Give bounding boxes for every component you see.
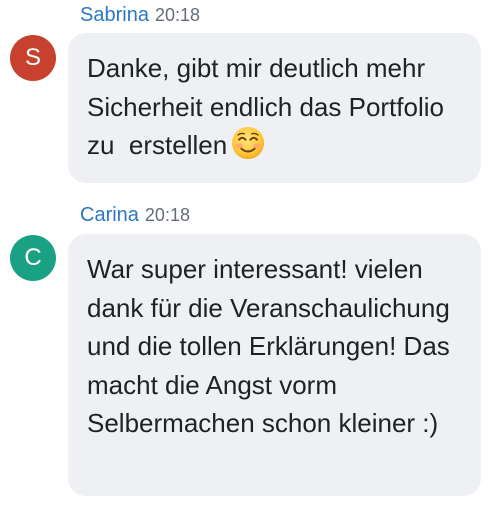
- message-bubble[interactable]: War super interessant! vielen dank für d…: [68, 234, 481, 496]
- avatar[interactable]: C: [10, 235, 56, 281]
- sender-name[interactable]: Sabrina: [80, 4, 149, 26]
- avatar[interactable]: S: [10, 35, 56, 81]
- message-bubble[interactable]: Danke, gibt mir deutlich mehr Sicherheit…: [68, 33, 481, 183]
- message-text: Danke, gibt mir deutlich mehr Sicherheit…: [87, 53, 452, 160]
- smiling-face-with-smiling-eyes-icon: [232, 126, 265, 160]
- message-text: War super interessant! vielen dank für d…: [87, 254, 458, 438]
- message-header: Carina 20:18: [80, 204, 190, 227]
- message-timestamp: 20:18: [144, 205, 190, 225]
- message-timestamp: 20:18: [154, 5, 200, 25]
- message-header: Sabrina 20:18: [80, 4, 200, 27]
- sender-name[interactable]: Carina: [80, 204, 139, 226]
